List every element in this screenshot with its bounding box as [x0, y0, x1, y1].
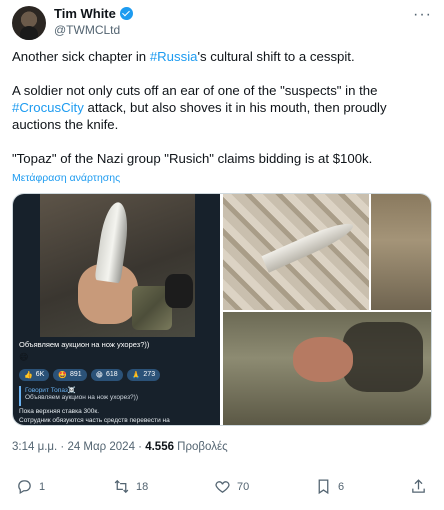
hashtag-russia[interactable]: #Russia	[150, 49, 198, 64]
reply-icon	[18, 480, 31, 495]
telegram-quote: Говорит Топаз☠️ Объявляем аукцион на нож…	[19, 386, 199, 406]
reply-button[interactable]: 1	[16, 478, 45, 495]
hashtag-crocuscity[interactable]: #CrocusCity	[12, 100, 84, 115]
media-image-detained-man[interactable]	[223, 312, 431, 425]
tweet-paragraph-3: "Topaz" of the Nazi group "Rusich" claim…	[12, 151, 373, 166]
bookmark-button[interactable]: 6	[315, 478, 344, 495]
media-image-knife-on-stones[interactable]	[223, 194, 369, 310]
tweet-timestamp[interactable]: 3:14 μ.μ. · 24 Μαρ 2024 · 4.556 Προβολές	[12, 441, 228, 453]
telegram-reactions: 👍 6K 🤩 891 😁 618 🙏 273	[19, 369, 161, 381]
heart-icon	[215, 481, 230, 493]
action-bar: 1 18 70 6	[0, 478, 444, 500]
like-button[interactable]: 70	[214, 478, 249, 495]
verified-badge-icon	[119, 7, 133, 20]
quote-text: Объявляем аукцион на нож ухорез?))	[25, 394, 139, 401]
media-image-telegram-screenshot[interactable]: Объявляем аукцион на нож ухорез?)) 😄 👍 6K…	[13, 194, 220, 425]
telegram-message: Объявляем аукцион на нож ухорез?))	[19, 340, 150, 349]
media-grid: Объявляем аукцион на нож ухорез?)) 😄 👍 6K…	[12, 193, 432, 426]
view-count: 4.556	[145, 441, 174, 453]
translate-post-link[interactable]: Μετάφραση ανάρτησης	[12, 172, 120, 184]
display-name-row[interactable]: Tim White	[54, 6, 133, 21]
handle[interactable]: @TWMCLtd	[54, 23, 133, 37]
author-names: Tim White @TWMCLtd	[54, 6, 133, 37]
tweet-paragraph-2: A soldier not only cuts off an ear of on…	[12, 83, 387, 132]
knife-photo	[40, 194, 195, 337]
reply-count: 1	[39, 480, 46, 493]
bookmark-icon	[318, 479, 329, 495]
reaction-thumbs-up: 👍 6K	[19, 369, 50, 381]
tweet-paragraph-1: Another sick chapter in #Russia's cultur…	[12, 49, 355, 64]
reaction-pray: 🙏 273	[126, 369, 161, 381]
retweet-icon	[114, 479, 129, 494]
tweet-header: Tim White @TWMCLtd ···	[12, 6, 432, 42]
telegram-line-2: Сотрудник обязуются часть средств переве…	[19, 417, 170, 424]
share-icon	[412, 479, 425, 493]
display-name[interactable]: Tim White	[54, 6, 116, 21]
quote-author: Говорит Топаз☠️	[25, 387, 76, 394]
retweet-count: 18	[136, 480, 149, 493]
retweet-button[interactable]: 18	[113, 478, 148, 495]
reaction-grin: 😁 618	[90, 369, 123, 381]
bookmark-count: 6	[338, 480, 345, 493]
telegram-line-1: Пока верхняя ставка 300к.	[19, 408, 100, 415]
reaction-star-eyes: 🤩 891	[53, 369, 87, 381]
like-count: 70	[237, 480, 250, 493]
telegram-emoji: 😄	[19, 352, 29, 362]
media-image-field[interactable]	[371, 194, 431, 310]
avatar[interactable]	[12, 6, 46, 40]
tweet-text: Another sick chapter in #Russia's cultur…	[12, 48, 432, 167]
more-options-icon[interactable]: ···	[413, 6, 432, 24]
share-button[interactable]	[410, 478, 427, 495]
